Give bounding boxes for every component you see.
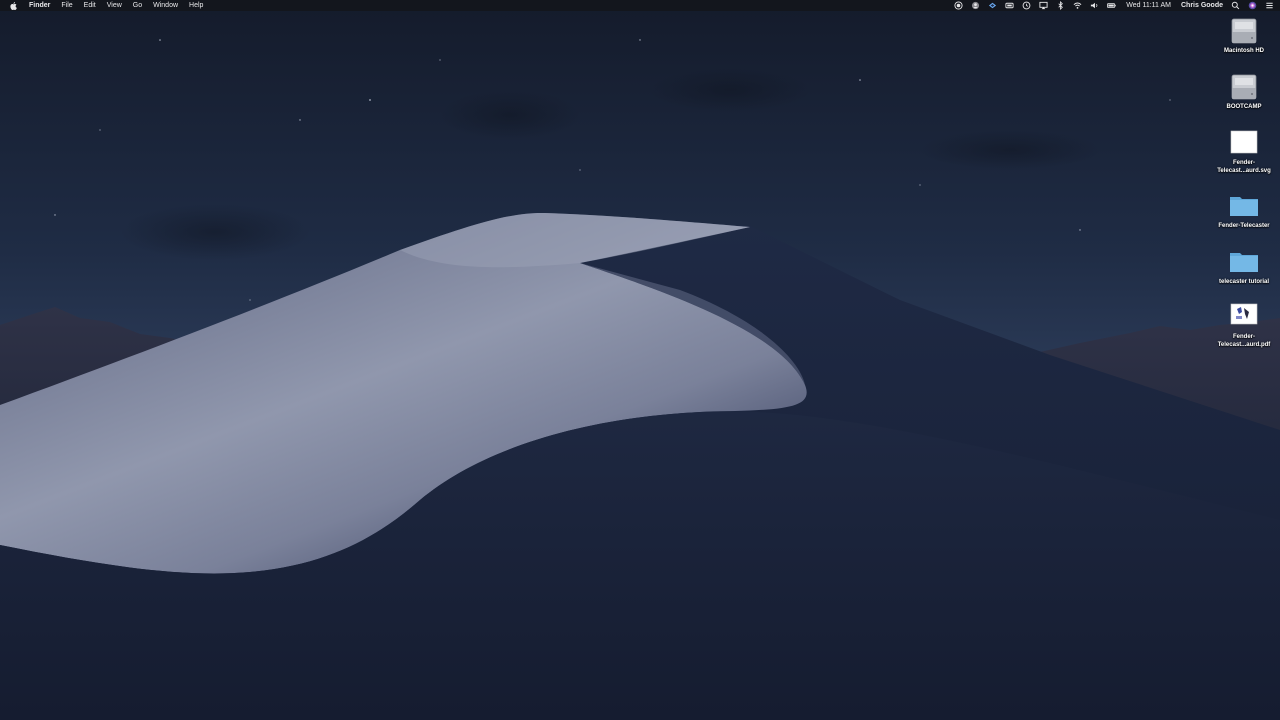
notification-center-icon[interactable] xyxy=(1265,1,1274,10)
folder-icon xyxy=(1229,189,1259,221)
battery-box-icon[interactable] xyxy=(1005,1,1014,10)
menu-window[interactable]: Window xyxy=(153,0,178,11)
volume-icon[interactable] xyxy=(1090,1,1099,10)
wallpaper xyxy=(0,0,1280,720)
menu-user-name[interactable]: Chris Goode xyxy=(1181,0,1223,11)
folder-icon xyxy=(1229,245,1259,277)
spotlight-search-icon[interactable] xyxy=(1231,1,1240,10)
desktop-icon-telecaster-tutorial-folder[interactable]: telecaster tutorial xyxy=(1208,245,1280,287)
battery-icon[interactable] xyxy=(1107,1,1116,10)
apple-logo-icon[interactable] xyxy=(10,1,17,10)
desktop-icon-label: Fender- Telecast...aurd.pdf xyxy=(1217,334,1271,348)
menu-clock[interactable]: Wed 11:11 AM xyxy=(1126,0,1171,11)
menu-edit[interactable]: Edit xyxy=(84,0,96,11)
bluetooth-icon[interactable] xyxy=(1056,1,1065,10)
svg-file-icon xyxy=(1229,126,1259,158)
desktop-icon-bootcamp[interactable]: BOOTCAMP xyxy=(1208,70,1280,112)
desktop-icon-label: Fender-Telecaster xyxy=(1218,223,1270,229)
menu-view[interactable]: View xyxy=(107,0,122,11)
hard-drive-icon xyxy=(1229,70,1259,102)
desktop-icon-label: telecaster tutorial xyxy=(1218,279,1270,285)
hard-drive-icon xyxy=(1229,14,1259,46)
menu-bar: Finder File Edit View Go Window Help Wed… xyxy=(0,0,1280,11)
user-shield-icon[interactable] xyxy=(971,1,980,10)
desktop-icon-label: BOOTCAMP xyxy=(1226,104,1262,110)
menu-bar-extras: Wed 11:11 AM Chris Goode xyxy=(946,0,1274,11)
desktop-icon-fender-telecaster-svg[interactable]: Fender- Telecast...aurd.svg xyxy=(1208,126,1280,175)
dropbox-icon[interactable] xyxy=(988,1,997,10)
record-icon[interactable] xyxy=(954,1,963,10)
menu-file[interactable]: File xyxy=(61,0,72,11)
menu-bar-left: Finder File Edit View Go Window Help xyxy=(0,0,214,11)
pdf-file-icon xyxy=(1229,300,1259,332)
desktop-icon-macintosh-hd[interactable]: Macintosh HD xyxy=(1208,14,1280,56)
time-machine-icon[interactable] xyxy=(1022,1,1031,10)
menu-help[interactable]: Help xyxy=(189,0,203,11)
desktop-icon-fender-telecaster-pdf[interactable]: Fender- Telecast...aurd.pdf xyxy=(1208,300,1280,349)
wifi-icon[interactable] xyxy=(1073,1,1082,10)
desktop[interactable]: Finder File Edit View Go Window Help Wed… xyxy=(0,0,1280,720)
airplay-icon[interactable] xyxy=(1039,1,1048,10)
desktop-icon-label: Macintosh HD xyxy=(1223,48,1264,54)
siri-icon[interactable] xyxy=(1248,1,1257,10)
desktop-icon-fender-telecaster-folder[interactable]: Fender-Telecaster xyxy=(1208,189,1280,231)
desktop-icon-label: Fender- Telecast...aurd.svg xyxy=(1217,160,1271,174)
menu-finder[interactable]: Finder xyxy=(29,0,50,11)
menu-go[interactable]: Go xyxy=(133,0,142,11)
